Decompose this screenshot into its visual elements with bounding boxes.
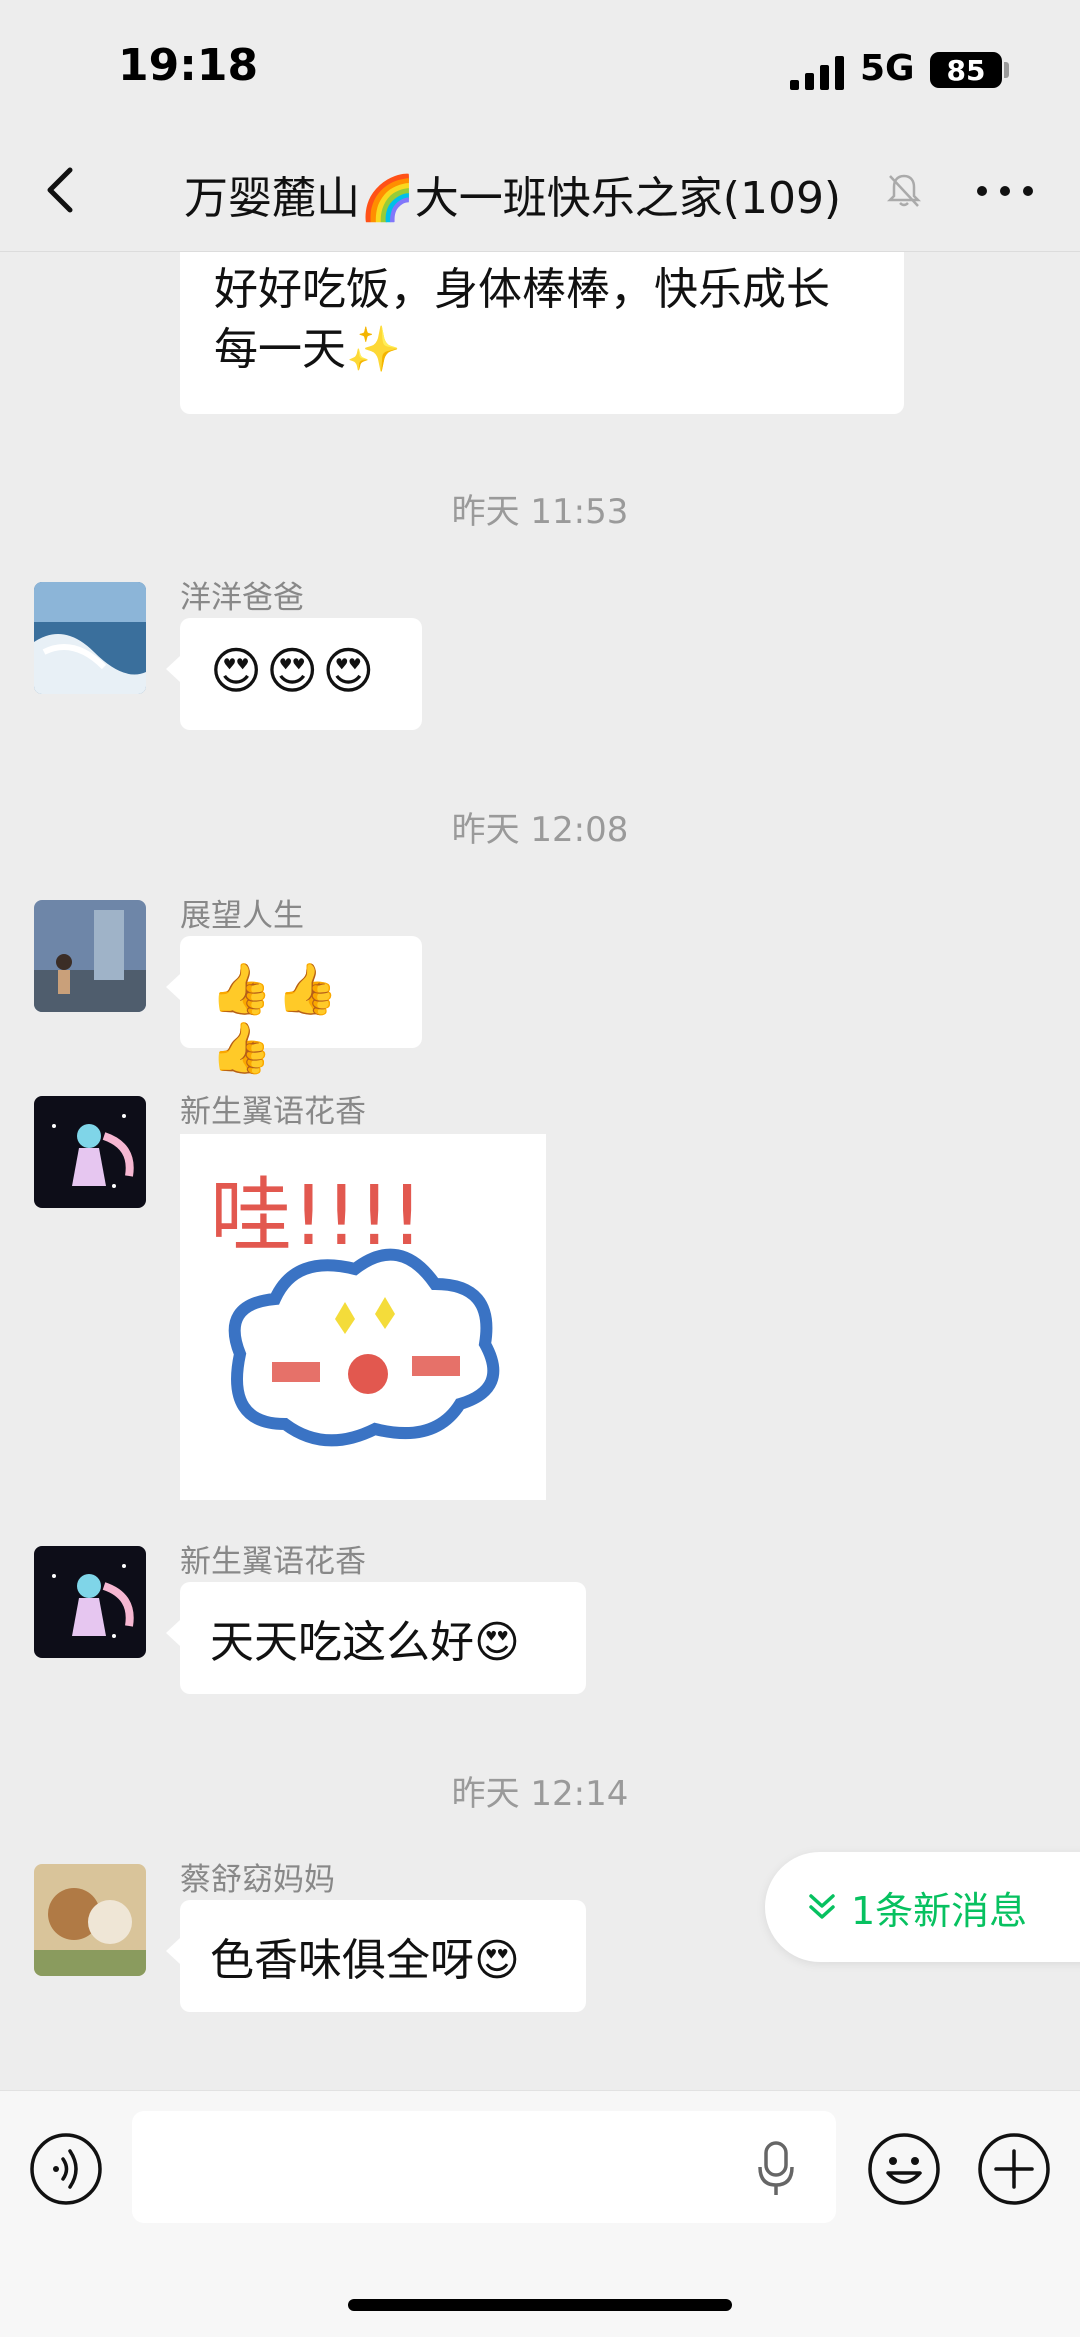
voice-icon[interactable] <box>28 2131 104 2207</box>
sender-name: 展望人生 <box>180 898 304 934</box>
sender-name: 新生翼语花香 <box>180 1544 366 1580</box>
timestamp-label: 昨天 11:53 <box>451 492 629 532</box>
message-bubble[interactable]: 👍👍👍 <box>166 936 422 1077</box>
new-message-label: 1条新消息 <box>851 1888 1028 1933</box>
network-type: 5G <box>860 48 915 89</box>
microphone-icon[interactable] <box>754 2139 798 2199</box>
sticker-image[interactable]: 哇!!!! <box>180 1134 546 1500</box>
input-bar <box>0 2090 1080 2337</box>
sender-name: 蔡舒窈妈妈 <box>180 1862 335 1898</box>
avatar[interactable] <box>34 1096 146 1208</box>
avatar[interactable] <box>34 582 146 694</box>
battery-level: 85 <box>946 53 986 87</box>
message-input[interactable] <box>132 2111 836 2223</box>
chevron-left-icon[interactable] <box>34 160 90 220</box>
home-indicator <box>348 2299 732 2311</box>
status-bar: 19:18 5G 85 <box>0 0 1080 130</box>
avatar[interactable] <box>34 1546 146 1658</box>
timestamp-label: 昨天 12:14 <box>451 1774 629 1814</box>
avatar[interactable] <box>34 1864 146 1976</box>
message-text: 👍👍👍 <box>210 960 343 1077</box>
battery-icon: 85 <box>930 52 1002 88</box>
emoji-icon[interactable] <box>866 2131 942 2207</box>
chat-header: 万婴麓山🌈大一班快乐之家(109) <box>0 130 1080 252</box>
message-text-line2: 每一天✨ <box>214 324 401 375</box>
message-text: 天天吃这么好😍 <box>210 1617 520 1668</box>
timestamp-label: 昨天 12:08 <box>451 810 629 850</box>
more-dots-icon[interactable] <box>970 166 1040 216</box>
battery-tip <box>1004 62 1009 78</box>
double-chevron-down-icon <box>809 1894 835 1919</box>
chat-message-list[interactable]: 好好吃饭，身体棒棒，快乐成长 每一天✨ 昨天 11:53 洋洋爸爸 😍😍😍 昨天… <box>0 252 1080 2090</box>
signal-icon <box>790 56 844 90</box>
message-bubble[interactable]: 色香味俱全呀😍 <box>166 1900 586 2012</box>
sender-name: 洋洋爸爸 <box>180 580 304 616</box>
message-bubble[interactable]: 😍😍😍 <box>166 618 422 730</box>
message-bubble-partial[interactable]: 好好吃饭，身体棒棒，快乐成长 每一天✨ <box>180 252 904 414</box>
new-message-button[interactable]: 1条新消息 <box>765 1852 1080 1962</box>
avatar[interactable] <box>34 900 146 1012</box>
sender-name: 新生翼语花香 <box>180 1094 366 1130</box>
plus-icon[interactable] <box>976 2131 1052 2207</box>
message-bubble[interactable]: 天天吃这么好😍 <box>166 1582 586 1694</box>
message-text-line1: 好好吃饭，身体棒棒，快乐成长 <box>214 264 830 315</box>
message-text: 😍😍😍 <box>210 642 379 700</box>
status-time: 19:18 <box>118 40 259 91</box>
bell-off-icon <box>886 174 922 207</box>
chat-title: 万婴麓山🌈大一班快乐之家(109) <box>184 173 842 224</box>
message-text: 色香味俱全呀😍 <box>210 1935 520 1986</box>
